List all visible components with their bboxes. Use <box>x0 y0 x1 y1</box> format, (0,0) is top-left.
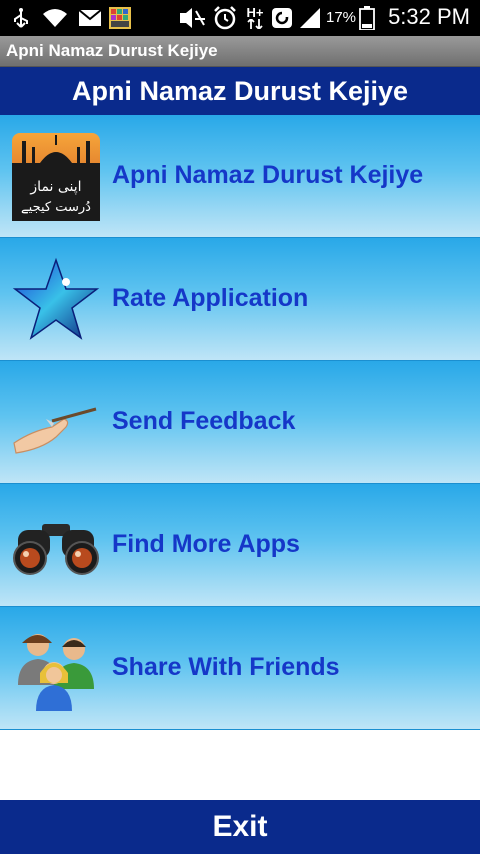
mosque-icon-text-1: اپنی نماز <box>29 179 81 195</box>
menu-item-label: Find More Apps <box>112 530 300 558</box>
data-arrows-icon: H+ <box>244 6 266 30</box>
status-bar: H+ 17% 5:32 PM <box>0 0 480 36</box>
menu-item-label: Send Feedback <box>112 407 296 435</box>
app-title-bar: Apni Namaz Durust Kejiye <box>0 36 480 67</box>
sync-icon <box>270 6 294 30</box>
menu-item-namaz[interactable]: اپنی نماز دُرست کیجیے Apni Namaz Durust … <box>0 115 480 238</box>
alarm-icon <box>212 6 238 30</box>
page-title: Apni Namaz Durust Kejiye <box>71 76 409 106</box>
game-app-icon <box>108 6 132 30</box>
pen-hand-icon <box>12 379 100 467</box>
menu-item-rate-application[interactable]: Rate Application <box>0 238 480 361</box>
users-icon <box>12 625 100 713</box>
menu-item-label: Share With Friends <box>112 653 340 681</box>
menu-item-label: Apni Namaz Durust Kejiye <box>112 161 424 189</box>
exit-button[interactable]: Exit <box>0 800 480 854</box>
usb-icon <box>10 6 32 30</box>
wifi-icon <box>42 6 68 30</box>
app-title: Apni Namaz Durust Kejiye <box>6 41 218 60</box>
email-icon <box>78 6 102 30</box>
battery-icon <box>358 6 376 30</box>
signal-icon <box>298 6 322 30</box>
mosque-icon-text-2: دُرست کیجیے <box>21 200 91 215</box>
star-icon <box>12 256 100 344</box>
page-header: Apni Namaz Durust Kejiye <box>0 67 480 115</box>
network-type-label: H+ <box>246 5 264 20</box>
battery-percent: 17% <box>326 9 357 26</box>
mute-icon <box>178 6 206 30</box>
menu-item-send-feedback[interactable]: Send Feedback <box>0 361 480 484</box>
exit-label: Exit <box>212 810 268 843</box>
binoculars-icon <box>12 502 100 590</box>
status-time: 5:32 PM <box>388 4 470 29</box>
main-menu: اپنی نماز دُرست کیجیے Apni Namaz Durust … <box>0 115 480 730</box>
menu-item-label: Rate Application <box>112 284 309 312</box>
menu-item-find-more-apps[interactable]: Find More Apps <box>0 484 480 607</box>
mosque-icon: اپنی نماز دُرست کیجیے <box>12 133 100 221</box>
menu-item-share-with-friends[interactable]: Share With Friends <box>0 607 480 730</box>
